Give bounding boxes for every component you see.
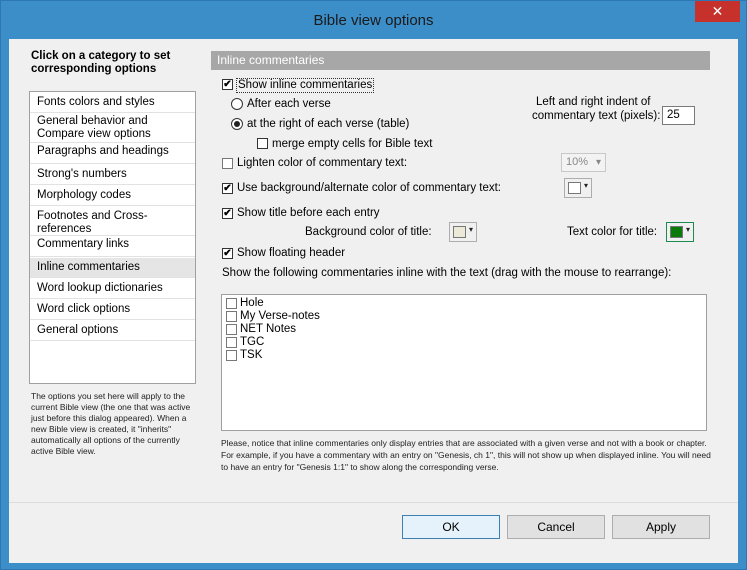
commentary-checkbox[interactable]	[226, 324, 237, 335]
category-fonts-colors[interactable]: Fonts colors and styles	[30, 94, 195, 113]
at-right-radio[interactable]	[231, 118, 243, 130]
category-strongs[interactable]: Strong's numbers	[30, 165, 195, 185]
left-note: The options you set here will apply to t…	[31, 391, 191, 456]
title-bg-color-swatch	[453, 226, 466, 238]
merge-empty-label[interactable]: merge empty cells for Bible text	[272, 138, 432, 151]
at-right-label[interactable]: at the right of each verse (table)	[247, 118, 409, 131]
title-bg-color-label: Background color of title:	[305, 226, 432, 238]
show-floating-checkbox[interactable]: ✔	[222, 248, 233, 259]
indent-input[interactable]: 25	[662, 106, 695, 125]
dialog-body: Click on a category to set corresponding…	[9, 39, 738, 563]
commentary-checkbox[interactable]	[226, 298, 237, 309]
indent-label-line2: commentary text (pixels):	[532, 110, 661, 122]
show-inline-checkbox[interactable]: ✔	[222, 79, 233, 90]
chevron-down-icon: ▾	[595, 157, 601, 168]
category-footnotes[interactable]: Footnotes and Cross-references	[30, 207, 195, 236]
bottom-note: Please, notice that inline commentaries …	[221, 438, 711, 472]
category-heading: Click on a category to set corresponding…	[31, 50, 171, 75]
show-title-checkbox[interactable]: ✔	[222, 208, 233, 219]
check-icon: ✔	[223, 208, 232, 219]
commentary-checkbox[interactable]	[226, 350, 237, 361]
show-title-label[interactable]: Show title before each entry	[237, 207, 380, 220]
indent-label-line1: Left and right indent of	[536, 96, 651, 108]
background-color-swatch	[568, 182, 581, 194]
panel-header: Inline commentaries	[211, 51, 710, 70]
lighten-percent-value: 10%	[566, 156, 589, 168]
category-word-lookup[interactable]: Word lookup dictionaries	[30, 279, 195, 299]
window-title: Bible view options	[313, 12, 434, 29]
close-icon: ✕	[711, 3, 724, 19]
commentary-label: NET Notes	[240, 323, 297, 335]
commentary-label: My Verse-notes	[240, 310, 320, 322]
category-morphology[interactable]: Morphology codes	[30, 186, 195, 206]
category-commentary-links[interactable]: Commentary links	[30, 237, 195, 257]
separator	[9, 502, 738, 503]
lighten-checkbox[interactable]	[222, 158, 233, 169]
ok-button[interactable]: OK	[402, 515, 500, 539]
chevron-down-icon: ▾	[468, 225, 473, 234]
title-text-color-swatch	[670, 226, 683, 238]
chevron-down-icon: ▾	[685, 225, 690, 234]
dialog-window: Bible view options ✕ Click on a category…	[0, 0, 747, 570]
lighten-label[interactable]: Lighten color of commentary text:	[237, 157, 407, 170]
show-inline-label[interactable]: Show inline commentaries	[236, 78, 375, 93]
check-icon: ✔	[223, 248, 232, 259]
commentaries-list[interactable]: Hole My Verse-notes NET Notes TGC TSK	[221, 294, 707, 431]
radio-dot-icon	[234, 121, 240, 127]
use-background-label[interactable]: Use background/alternate color of commen…	[237, 182, 501, 195]
check-icon: ✔	[223, 79, 232, 90]
use-background-checkbox[interactable]: ✔	[222, 183, 233, 194]
title-text-color-picker[interactable]: ▾	[666, 222, 694, 242]
title-text-color-label: Text color for title:	[567, 226, 658, 238]
background-color-picker[interactable]: ▾	[564, 178, 592, 198]
commentary-checkbox[interactable]	[226, 311, 237, 322]
commentary-checkbox[interactable]	[226, 337, 237, 348]
list-instruction: Show the following commentaries inline w…	[222, 267, 672, 279]
commentary-label: TGC	[240, 336, 265, 348]
commentary-label: Hole	[240, 297, 264, 309]
show-floating-label[interactable]: Show floating header	[237, 247, 345, 260]
chevron-down-icon: ▾	[583, 181, 588, 190]
category-word-click[interactable]: Word click options	[30, 300, 195, 320]
category-paragraphs[interactable]: Paragraphs and headings	[30, 144, 195, 164]
after-each-verse-radio[interactable]	[231, 98, 243, 110]
cancel-button[interactable]: Cancel	[507, 515, 605, 539]
category-inline-commentaries[interactable]: Inline commentaries	[30, 258, 195, 278]
close-button[interactable]: ✕	[695, 1, 740, 22]
commentary-label: TSK	[240, 349, 263, 361]
check-icon: ✔	[223, 183, 232, 194]
category-list[interactable]: Fonts colors and styles General behavior…	[29, 91, 196, 384]
apply-button[interactable]: Apply	[612, 515, 710, 539]
title-bar[interactable]: Bible view options ✕	[1, 1, 746, 37]
merge-empty-checkbox[interactable]	[257, 138, 268, 149]
title-bg-color-picker[interactable]: ▾	[449, 222, 477, 242]
category-general-options[interactable]: General options	[30, 321, 195, 341]
category-general-behavior[interactable]: General behavior and Compare view option…	[30, 114, 195, 143]
after-each-verse-label[interactable]: After each verse	[247, 98, 331, 111]
lighten-percent-select[interactable]: 10% ▾	[561, 153, 606, 172]
